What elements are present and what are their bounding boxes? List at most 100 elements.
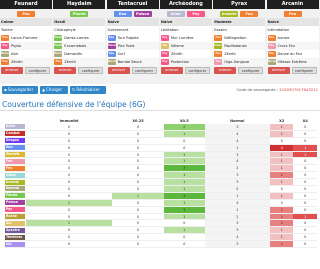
- move-row[interactable]: NormalBombe Beurk: [106, 58, 159, 66]
- coverage-row: Eau 0 0 0 1 4 1: [4, 144, 317, 152]
- team-slot: Tentacruel Eau Poison Naïve Suintement Eau Tou…: [106, 0, 159, 84]
- move-row[interactable]: Feu Aurore: [266, 34, 319, 42]
- load-button[interactable]: ▲Charger: [40, 86, 68, 94]
- coverage-row: Sol 1 0 0 3 2 0: [4, 219, 317, 228]
- save-code-value[interactable]: 5150307917643211: [279, 87, 318, 92]
- move-row[interactable]: Sol Séisme: [159, 42, 212, 50]
- coverage-cell: 0: [26, 185, 113, 193]
- move-name: Abri: [11, 52, 19, 56]
- move-row[interactable]: Feu Zénith: [0, 58, 52, 66]
- configure-button[interactable]: configurer: [238, 67, 264, 74]
- reset-button[interactable]: ↻Réinitialiser: [70, 86, 106, 94]
- coverage-cell: 0: [26, 171, 113, 180]
- save-button[interactable]: ▪Sauvegarder: [2, 86, 38, 94]
- coverage-cell: 2: [269, 240, 294, 249]
- move-type-badge: Feu: [214, 51, 223, 57]
- coverage-cell: 0: [112, 240, 164, 249]
- coverage-cell: 1: [163, 151, 205, 159]
- move-type-badge: Normal: [267, 59, 276, 65]
- type-tag: Eau: [5, 145, 25, 151]
- coverage-row: Électrik 0 0 1 3 1 1: [4, 151, 317, 159]
- move-name: Danse-Lames: [64, 36, 89, 40]
- type-tag: Fée: [5, 158, 25, 164]
- type-tag: Combat: [5, 131, 25, 137]
- coverage-row: Combat 0 0 1 4 1 0: [4, 130, 317, 138]
- coverage-cell: 0: [293, 219, 317, 228]
- coverage-cell: 1: [163, 171, 205, 180]
- coverage-cell: 1: [163, 130, 205, 138]
- move-row[interactable]: NormalAbri: [0, 50, 52, 58]
- coverage-cell: 0: [112, 130, 164, 138]
- coverage-cell: 0: [163, 137, 205, 145]
- move-row[interactable]: Psy Psyko: [0, 42, 52, 50]
- ability-label: Essaim: [213, 26, 266, 34]
- coverage-cell: 0: [269, 137, 294, 145]
- coverage-cell: 2: [269, 206, 294, 214]
- coverage-cell: 3: [163, 206, 205, 214]
- save-code[interactable]: Code de sauvegarde : 5150307917643211: [236, 87, 318, 92]
- remove-button[interactable]: enlever: [107, 67, 130, 74]
- slot-buttons: enlever configurer: [213, 66, 265, 75]
- coverage-row: Dragon 0 0 0 4 0 0: [4, 137, 317, 145]
- nature-label: Naïve: [266, 18, 319, 26]
- coverage-cell: 4: [204, 130, 270, 138]
- configure-button[interactable]: configurer: [78, 67, 104, 74]
- move-row[interactable]: Psy Mur Lumière: [159, 34, 212, 42]
- move-row[interactable]: PoisonPics Toxik: [106, 42, 159, 50]
- move-name: Encornebois: [64, 44, 87, 48]
- ability-label: Lévitation: [159, 26, 212, 34]
- coverage-cell: 1: [204, 192, 270, 200]
- type-tag: Insecte: [5, 179, 25, 185]
- configure-button[interactable]: configurer: [131, 67, 157, 74]
- coverage-cell: 0: [293, 233, 317, 242]
- slot-buttons: enlever configurer: [53, 66, 105, 75]
- move-row[interactable]: Eau Tour Rapide: [106, 34, 159, 42]
- type-cell: Feu: [4, 164, 26, 173]
- move-row[interactable]: Feu Zénith: [213, 50, 266, 58]
- team-roster: Feunard Feu Calme Torche Feu Lance-Flamme Psy P…: [0, 0, 320, 84]
- coverage-cell: 0: [112, 157, 164, 166]
- configure-button[interactable]: configurer: [25, 67, 50, 74]
- move-row[interactable]: Feu Lance-Flamme: [0, 34, 52, 42]
- move-row[interactable]: Fée Crocs Feu: [266, 42, 319, 50]
- remove-button[interactable]: enlever: [214, 67, 237, 74]
- coverage-cell: 0: [293, 130, 317, 138]
- move-row[interactable]: InsectePapillodanse: [213, 42, 266, 50]
- slot-buttons: enlever configurer: [0, 66, 52, 75]
- move-row[interactable]: NormalVitesse Extrême: [266, 58, 319, 66]
- type-tag: Électrik: [5, 152, 25, 157]
- slot-buttons: enlever configurer: [107, 66, 159, 75]
- coverage-cell: 0: [26, 192, 113, 200]
- coverage-cell: 0: [293, 206, 317, 214]
- move-row[interactable]: Feu Déflagration: [213, 34, 266, 42]
- remove-button[interactable]: enlever: [54, 67, 77, 74]
- remove-button[interactable]: enlever: [267, 67, 290, 74]
- configure-button[interactable]: configurer: [291, 67, 317, 74]
- pokemon-name: Haydaim: [53, 0, 106, 9]
- coverage-cell: 3: [163, 164, 205, 173]
- move-name: Damoclès: [64, 52, 83, 56]
- move-row[interactable]: NormalDamoclès: [53, 50, 106, 58]
- move-type-badge: Feu: [267, 35, 276, 41]
- type-cell: Fée: [4, 157, 26, 166]
- configure-button[interactable]: configurer: [184, 67, 210, 74]
- move-row[interactable]: Feu Zénith: [53, 58, 106, 66]
- coverage-cell: 1: [269, 151, 294, 159]
- remove-button[interactable]: enlever: [160, 67, 183, 74]
- move-row[interactable]: PlanteDanse-Lames: [53, 34, 106, 42]
- move-name: Protection: [170, 60, 190, 64]
- move-row[interactable]: Psy Zénith: [159, 50, 212, 58]
- remove-button[interactable]: enlever: [1, 67, 23, 74]
- slot-buttons: enlever configurer: [160, 66, 212, 75]
- move-row[interactable]: Fée Giga-Sangsue: [213, 58, 266, 66]
- move-row[interactable]: Feu Danse du Feu: [266, 50, 319, 58]
- type-cell: Ténèbres: [4, 233, 26, 242]
- coverage-row: Poison 1 0 1 4 0 0: [4, 199, 317, 207]
- move-row[interactable]: PlanteEncornebois: [53, 42, 106, 50]
- coverage-cell: 5: [204, 185, 270, 193]
- move-name: Mur Lumière: [170, 36, 194, 40]
- slot-buttons: enlever configurer: [267, 66, 319, 75]
- coverage-cell: 3: [163, 192, 205, 200]
- move-row[interactable]: Psy Protection: [159, 58, 212, 66]
- move-row[interactable]: Eau Surf: [106, 50, 159, 58]
